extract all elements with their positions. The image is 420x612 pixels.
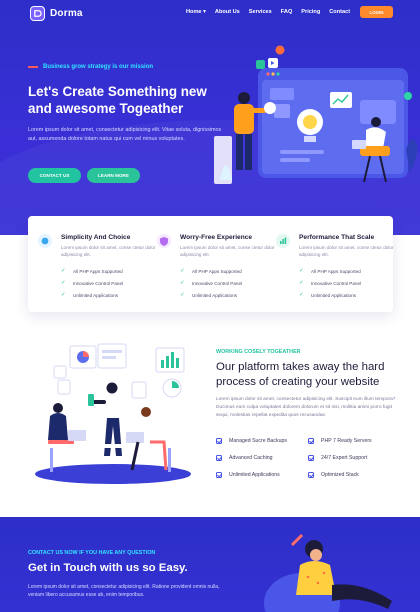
list-item: ✓ Innovative Control Panel: [299, 280, 362, 286]
nav-item-pricing[interactable]: Pricing: [301, 9, 320, 15]
hero-illustration: [214, 45, 418, 184]
eyebrow-line: [28, 66, 38, 68]
hero-eyebrow: Business grow strategy is our mission: [28, 64, 153, 70]
checkbox-icon: [308, 455, 314, 461]
contact-eyebrow: CONTACT US NOW IF YOU HAVE ANY QUESTION: [28, 550, 156, 556]
feature-description: Lorem ipsum dolor sit amet, conse ctetur…: [180, 245, 275, 257]
list-item: 24/7 Expert Support: [308, 455, 367, 461]
check-icon: ✓: [299, 268, 304, 274]
feature-description: Lorem ipsum dolor sit amet, conse ctetur…: [299, 245, 394, 257]
feature-title: Simplicity And Choice: [61, 234, 131, 241]
hero-section: Dorma Home ▾ About Us Services FAQ Prici…: [0, 0, 420, 235]
list-item: Advanced Caching: [216, 455, 273, 461]
contact-title: Get in Touch with us so Easy.: [28, 562, 188, 574]
hero-eyebrow-text: Business grow strategy is our mission: [43, 64, 154, 70]
check-icon: ✓: [61, 292, 66, 298]
checkbox-icon: [216, 438, 222, 444]
list-item: ✓ Unlimited Applications: [180, 292, 237, 298]
cube-icon: [38, 234, 52, 248]
list-item: ✓ All PHP Apps Supported: [299, 268, 361, 274]
list-item: ✓ Innovative Control Panel: [61, 280, 124, 286]
relaxing-person-illustration: [264, 533, 392, 612]
list-item: Optimized Stack: [308, 472, 359, 478]
list-item: ✓ All PHP Apps Supported: [61, 268, 123, 274]
top-navbar: Dorma Home ▾ About Us Services FAQ Prici…: [0, 0, 420, 26]
features-card: Simplicity And Choice Lorem ipsum dolor …: [28, 216, 393, 312]
list-item: PHP 7 Ready Servers: [308, 438, 372, 444]
check-icon: ✓: [61, 268, 66, 274]
about-description: Lorem ipsum dolor sit amet, consectetur …: [216, 397, 396, 418]
about-title: Our platform takes away the hard process…: [216, 361, 385, 388]
checkbox-icon: [216, 455, 222, 461]
checkbox-icon: [308, 438, 314, 444]
brand-logo[interactable]: Dorma: [30, 6, 83, 21]
list-item: Unlimited Applications: [216, 472, 280, 478]
nav-item-services[interactable]: Services: [249, 9, 272, 15]
nav-item-home[interactable]: Home ▾: [186, 9, 206, 15]
login-button[interactable]: LOGIN: [360, 6, 393, 18]
checkbox-icon: [216, 472, 222, 478]
contact-us-button[interactable]: CONTACT US: [28, 168, 81, 183]
team-illustration: [35, 343, 191, 484]
feature-title: Worry-Free Experience: [180, 234, 253, 241]
list-item: ✓ Innovative Control Panel: [180, 280, 243, 286]
list-item: Managed Sucre Backups: [216, 438, 287, 444]
check-icon: ✓: [299, 292, 304, 298]
hero-description: Lorem ipsum dolor sit amet, consectetur …: [28, 127, 222, 142]
check-icon: ✓: [180, 280, 185, 286]
check-icon: ✓: [299, 280, 304, 286]
checkbox-icon: [308, 472, 314, 478]
brand-name: Dorma: [50, 8, 83, 19]
contact-description: Lorem ipsum dolor sit amet, consectetur …: [28, 584, 220, 598]
list-item: ✓ All PHP Apps Supported: [180, 268, 242, 274]
list-item: ✓ Unlimited Applications: [61, 292, 118, 298]
feature-description: Lorem ipsum dolor sit amet, conse ctetur…: [61, 245, 156, 257]
contact-section: CONTACT US NOW IF YOU HAVE ANY QUESTION …: [0, 517, 420, 612]
feature-list: ✓ All PHP Apps Supported ✓ Innovative Cont…: [299, 265, 361, 301]
about-eyebrow: WORKING COSELY TOGEATHER: [216, 349, 301, 355]
feature-title: Performance That Scale: [299, 234, 375, 241]
nav-item-faq[interactable]: FAQ: [281, 9, 293, 15]
nav-item-about[interactable]: About Us: [215, 9, 240, 15]
feature-list: ✓ All PHP Apps Supported ✓ Innovative Cont…: [61, 265, 123, 301]
feature-list: ✓ All PHP Apps Supported ✓ Innovative Cont…: [180, 265, 242, 301]
hero-title: Let's Create Something new and awesome T…: [28, 84, 207, 116]
chart-icon: [276, 234, 290, 248]
logo-icon: [30, 6, 45, 21]
nav-item-contact[interactable]: Contact: [329, 9, 350, 15]
check-icon: ✓: [61, 280, 66, 286]
list-item: ✓ Unlimited Applications: [299, 292, 356, 298]
main-menu: Home ▾ About Us Services FAQ Pricing Con…: [186, 9, 350, 15]
learn-more-button[interactable]: LEARN MORE: [87, 168, 140, 183]
check-icon: ✓: [180, 268, 185, 274]
shield-icon: [157, 234, 171, 248]
check-icon: ✓: [180, 292, 185, 298]
